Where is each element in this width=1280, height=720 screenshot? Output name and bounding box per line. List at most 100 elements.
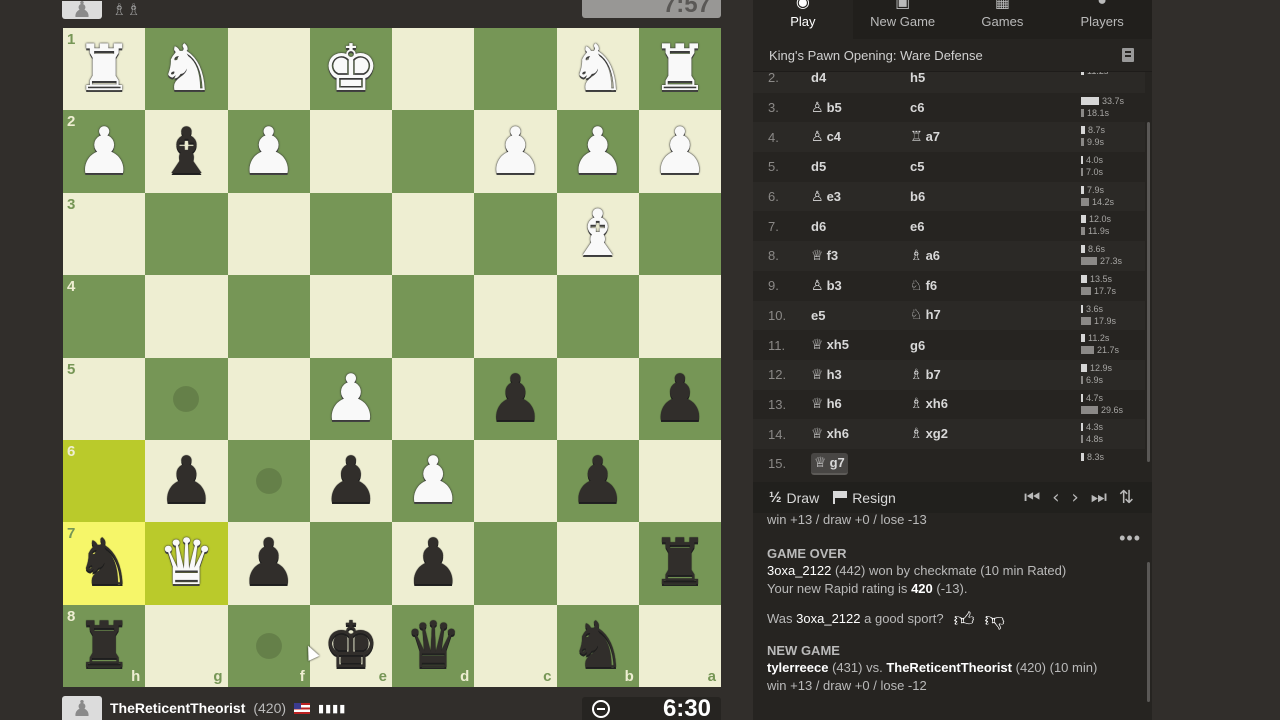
black-move[interactable]: b6	[910, 189, 1009, 204]
black-move[interactable]: ♖ a7	[910, 129, 1009, 145]
resign-button[interactable]: Resign	[833, 490, 896, 506]
white-move[interactable]: ♕ xh6	[811, 426, 910, 442]
tab-play[interactable]: ◉ Play	[753, 0, 853, 39]
board-square[interactable]: g	[145, 604, 228, 687]
board-square[interactable]: c	[474, 604, 557, 687]
white-move[interactable]: ♙ b3	[811, 278, 910, 294]
board-square[interactable]: ♟	[227, 522, 310, 605]
board-square[interactable]: 8 h ♜	[63, 604, 146, 687]
black-rook-icon[interactable]: ♜	[75, 614, 132, 678]
board-square[interactable]	[227, 439, 310, 523]
board-square[interactable]	[227, 192, 310, 276]
white-pawn-icon[interactable]: ♟	[240, 120, 297, 184]
black-pawn-icon[interactable]: ♟	[487, 367, 544, 431]
black-bishop-icon[interactable]: ♝	[158, 120, 215, 184]
board-square[interactable]	[474, 275, 557, 358]
white-pawn-icon[interactable]: ♟	[487, 120, 544, 184]
board-square[interactable]: ♟	[309, 439, 392, 523]
black-move[interactable]: ♗ xg2	[910, 426, 1009, 442]
board-square[interactable]: 5	[63, 357, 146, 440]
black-move[interactable]: ♘ h7	[910, 307, 1009, 323]
black-pawn-icon[interactable]: ♟	[158, 449, 215, 513]
board-square[interactable]	[309, 192, 392, 276]
scroll-thumb[interactable]	[1147, 122, 1150, 462]
black-move[interactable]: ♗ xh6	[910, 396, 1009, 412]
board-square[interactable]: 2 ♟	[63, 110, 146, 193]
black-move[interactable]: ♘ f6	[910, 278, 1009, 294]
white-move[interactable]: ♕ xh5	[811, 337, 910, 353]
board-square[interactable]: 7 ♞	[63, 522, 146, 605]
white-move[interactable]: ♙ c4	[811, 129, 910, 145]
board-square[interactable]: ♞	[556, 28, 639, 111]
flip-board-icon[interactable]: ⇅	[1119, 487, 1134, 508]
black-knight-icon[interactable]: ♞	[75, 531, 132, 595]
book-icon[interactable]	[1122, 48, 1134, 62]
move-list[interactable]: 2.d4h511.2s3.♙b5c633.7s18.1s4.♙c4♖a78.7s…	[753, 72, 1145, 477]
black-queen-icon[interactable]: ♛	[404, 614, 461, 678]
board-square[interactable]: b ♞	[556, 604, 639, 687]
board-square[interactable]	[392, 110, 475, 193]
board-square[interactable]	[309, 110, 392, 193]
board-square[interactable]	[392, 28, 475, 111]
black-pawn-icon[interactable]: ♟	[569, 449, 626, 513]
black-knight-icon[interactable]: ♞	[569, 614, 626, 678]
board-square[interactable]: ♟	[638, 110, 721, 193]
board-square[interactable]: ♟	[638, 357, 721, 440]
board-square[interactable]	[392, 357, 475, 440]
board-square[interactable]: ♞	[145, 28, 228, 111]
black-pawn-icon[interactable]: ♟	[322, 449, 379, 513]
board-square[interactable]: ♚	[309, 28, 392, 111]
board-square[interactable]	[556, 357, 639, 440]
white-move[interactable]: ♕ g7	[811, 452, 910, 475]
draw-button[interactable]: ½ Draw	[769, 489, 819, 506]
player1-name[interactable]: tylerreece	[767, 660, 828, 675]
board-square[interactable]	[556, 275, 639, 358]
legal-move-dot[interactable]	[255, 632, 282, 659]
opening-name[interactable]: King's Pawn Opening: Ware Defense	[769, 48, 983, 63]
board-square[interactable]: ♟	[309, 357, 392, 440]
black-pawn-icon[interactable]: ♟	[404, 531, 461, 595]
white-king-icon[interactable]: ♚	[322, 37, 379, 101]
black-move[interactable]: ♗ b7	[910, 367, 1009, 383]
board-square[interactable]	[474, 28, 557, 111]
board-square[interactable]: 4	[63, 275, 146, 358]
board-square[interactable]: ♟	[556, 110, 639, 193]
board-square[interactable]: ♟	[392, 439, 475, 523]
board-square[interactable]: ♜	[638, 28, 721, 111]
winner-name[interactable]: 3oxa_2122	[767, 563, 831, 578]
player-avatar[interactable]: ♟	[62, 696, 102, 720]
board-square[interactable]	[638, 192, 721, 276]
thumbs-down-icon[interactable]: 👎︎	[985, 609, 1005, 629]
opponent-avatar[interactable]: ♟	[62, 1, 102, 19]
board-square[interactable]	[145, 275, 228, 358]
board-square[interactable]: ♛	[145, 522, 228, 605]
white-knight-icon[interactable]: ♞	[158, 37, 215, 101]
tab-new-game[interactable]: ▣ New Game	[853, 0, 953, 39]
board-square[interactable]	[392, 192, 475, 276]
sport-opponent[interactable]: 3oxa_2122	[796, 611, 860, 626]
board-square[interactable]: d ♛	[392, 604, 475, 687]
white-rook-icon[interactable]: ♜	[651, 37, 708, 101]
black-move[interactable]: c5	[910, 159, 1009, 174]
white-pawn-icon[interactable]: ♟	[651, 120, 708, 184]
white-move[interactable]: ♕ h3	[811, 367, 910, 383]
white-rook-icon[interactable]: ♜	[75, 37, 132, 101]
board-square[interactable]	[227, 28, 310, 111]
board-square[interactable]	[556, 522, 639, 605]
board-square[interactable]	[309, 275, 392, 358]
move-list-scrollbar[interactable]	[1145, 72, 1152, 477]
board-square[interactable]: ♟	[392, 522, 475, 605]
black-pawn-icon[interactable]: ♟	[240, 531, 297, 595]
player-name[interactable]: TheReticentTheorist	[110, 700, 245, 716]
black-move[interactable]: e6	[910, 219, 1009, 234]
first-move-icon[interactable]: ⏮	[1024, 487, 1040, 508]
board-square[interactable]: ♟	[474, 357, 557, 440]
last-move-icon[interactable]: ⏭	[1091, 487, 1107, 508]
board-square[interactable]	[474, 439, 557, 523]
board-square[interactable]	[474, 522, 557, 605]
black-king-icon[interactable]: ♚	[322, 614, 379, 678]
white-move[interactable]: e5	[811, 308, 910, 323]
legal-move-dot[interactable]	[173, 385, 200, 412]
white-pawn-icon[interactable]: ♟	[404, 449, 461, 513]
board-square[interactable]: a	[638, 604, 721, 687]
